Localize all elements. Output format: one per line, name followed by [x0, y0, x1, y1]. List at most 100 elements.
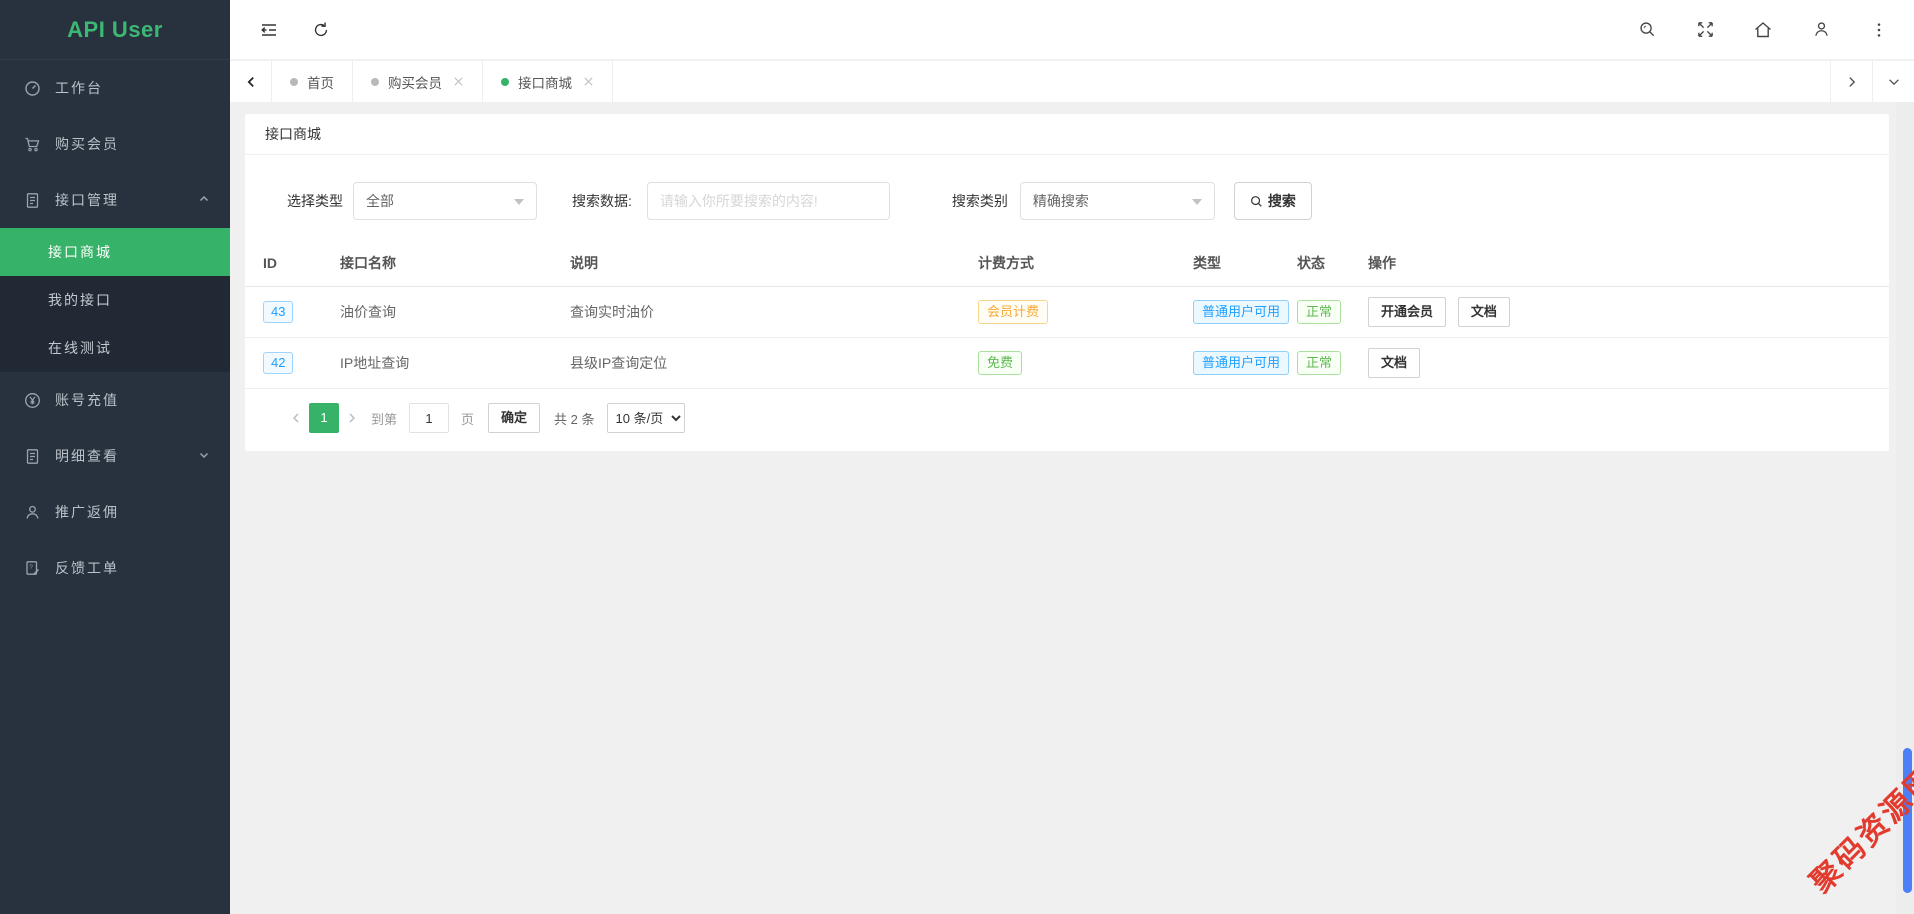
search-input[interactable]	[646, 182, 890, 220]
search-button[interactable]: 搜索	[1233, 182, 1312, 220]
sidebar-item-label: 购买会员	[55, 136, 119, 152]
search-icon	[1250, 195, 1262, 207]
user-icon[interactable]	[1810, 19, 1832, 41]
type-badge: 普通用户可用	[1193, 351, 1290, 375]
tabs-menu-dropdown-button[interactable]	[1872, 61, 1914, 102]
sidebar-item-buy-membership[interactable]: 购买会员	[0, 116, 230, 172]
tab-buy-membership[interactable]: 购买会员	[353, 61, 483, 102]
table-row: 42 IP地址查询 县级IP查询定位 免费 普通用户可用 正常 文档	[245, 337, 1889, 389]
tab-dot	[371, 77, 379, 86]
sidebar-item-label: 工作台	[55, 80, 103, 96]
sidebar-item-label: 账号充值	[55, 392, 119, 408]
goto-label: 到第	[371, 411, 398, 427]
svg-text:?: ?	[29, 564, 33, 571]
tab-home[interactable]: 首页	[272, 61, 353, 102]
sidebar-item-workbench[interactable]: 工作台	[0, 60, 230, 116]
sidebar-item-my-apis[interactable]: 我的接口	[0, 276, 230, 324]
filter-row: 选择类型 全部 搜索数据: 搜索类别 精确搜索 搜索	[245, 155, 1889, 240]
tab-api-mall[interactable]: 接口商城	[483, 61, 613, 102]
column-header-status: 状态	[1297, 240, 1368, 287]
column-header-name: 接口名称	[340, 240, 570, 287]
sidebar-item-label: 反馈工单	[55, 560, 119, 576]
sidebar-item-recharge[interactable]: 账号充值	[0, 372, 230, 428]
tabs-scroll-right-button[interactable]	[1830, 61, 1872, 102]
api-table: ID 接口名称 说明 计费方式 类型 状态 操作 43 油价查询 查询实时油价	[245, 240, 1889, 389]
search-button-label: 搜索	[1267, 193, 1296, 209]
tabs-scroll-left-button[interactable]	[230, 61, 272, 102]
topbar	[230, 0, 1914, 60]
sidebar-item-detail-view[interactable]: 明细查看	[0, 428, 230, 484]
api-name-cell: 油价查询	[340, 286, 570, 338]
search-category-label: 搜索类别	[951, 193, 1008, 209]
sidebar-item-promotion[interactable]: 推广返佣	[0, 484, 230, 540]
yen-circle-icon	[24, 392, 41, 409]
column-header-billing: 计费方式	[978, 240, 1193, 287]
total-count-label: 共 2 条	[554, 411, 595, 427]
document-icon	[24, 192, 41, 209]
sidebar-item-label: 推广返佣	[55, 504, 119, 520]
search-category-select[interactable]: 精确搜索	[1019, 182, 1215, 220]
sidebar-item-api-management[interactable]: 接口管理	[0, 172, 230, 228]
tab-label: 购买会员	[388, 75, 442, 91]
sidebar-item-label: 明细查看	[55, 448, 119, 464]
column-header-id: ID	[245, 240, 340, 287]
type-badge: 普通用户可用	[1193, 300, 1290, 324]
refresh-icon[interactable]	[310, 19, 332, 41]
document-icon	[24, 448, 41, 465]
prev-page-icon[interactable]	[283, 403, 309, 433]
content-area: 接口商城 选择类型 全部 搜索数据: 搜索类别 精确搜索 搜索	[230, 102, 1914, 914]
app-logo: API User	[0, 0, 230, 60]
api-desc-cell: 县级IP查询定位	[570, 337, 978, 389]
page-number-button[interactable]: 1	[309, 403, 339, 433]
close-icon[interactable]	[453, 76, 464, 87]
page-unit-label: 页	[461, 411, 475, 427]
user-icon	[24, 504, 41, 521]
confirm-page-button[interactable]: 确定	[488, 403, 541, 433]
page-title: 接口商城	[245, 114, 1889, 155]
chevron-up-icon	[198, 192, 210, 208]
scrollbar-thumb[interactable]	[1903, 748, 1912, 893]
docs-button[interactable]: 文档	[1457, 297, 1510, 327]
page-number-input[interactable]	[409, 403, 450, 433]
sidebar-item-api-mall[interactable]: 接口商城	[0, 228, 230, 276]
type-filter-label: 选择类型	[287, 193, 343, 209]
sidebar-item-feedback[interactable]: ? 反馈工单	[0, 540, 230, 596]
tab-label: 接口商城	[518, 75, 572, 91]
tab-dot	[290, 77, 298, 86]
table-row: 43 油价查询 查询实时油价 会员计费 普通用户可用 正常 开通会员 文档	[245, 286, 1889, 338]
topbar-right-icons	[1600, 19, 1890, 41]
column-header-type: 类型	[1193, 240, 1297, 287]
dropdown-arrow-icon	[514, 199, 524, 210]
tabbar-spacer	[613, 61, 1830, 102]
dropdown-arrow-icon	[1191, 199, 1202, 210]
tabbar: 首页 购买会员 接口商城	[230, 60, 1914, 102]
chevron-down-icon	[198, 448, 210, 464]
status-badge: 正常	[1297, 351, 1342, 375]
close-icon[interactable]	[583, 76, 594, 87]
cart-icon	[24, 136, 41, 153]
api-name-cell: IP地址查询	[340, 337, 570, 389]
main-area: 首页 购买会员 接口商城 接口商城 选择类型 全部 搜索数据: 请输入你所要搜索…	[230, 0, 1914, 914]
next-page-icon[interactable]	[339, 403, 365, 433]
tab-label: 首页	[307, 75, 334, 91]
sidebar-submenu: 接口商城 我的接口 在线测试	[0, 228, 230, 372]
sidebar: API User 工作台 购买会员 接口管理 接口商城 我的接口 在线测试 账号…	[0, 0, 230, 914]
more-kebab-icon[interactable]	[1868, 19, 1890, 41]
menu-fold-icon[interactable]	[258, 19, 280, 41]
sidebar-item-online-test[interactable]: 在线测试	[0, 324, 230, 372]
docs-button[interactable]: 文档	[1368, 348, 1421, 378]
open-membership-button[interactable]: 开通会员	[1368, 297, 1447, 327]
type-select[interactable]: 全部	[353, 182, 537, 220]
column-header-actions: 操作	[1368, 240, 1889, 287]
page-size-select[interactable]: 10 条/页	[606, 403, 685, 433]
dashboard-icon	[24, 80, 41, 97]
home-icon[interactable]	[1752, 19, 1774, 41]
ticket-icon: ?	[24, 560, 41, 577]
billing-badge: 免费	[978, 351, 1023, 375]
api-mall-card: 接口商城 选择类型 全部 搜索数据: 搜索类别 精确搜索 搜索	[245, 114, 1889, 451]
pagination: 1 到第 页 确定 共 2 条 10 条/页	[245, 389, 1889, 451]
search-data-label: 搜索数据:	[572, 193, 632, 209]
search-icon[interactable]	[1636, 19, 1658, 41]
fullscreen-icon[interactable]	[1694, 19, 1716, 41]
id-badge: 43	[263, 301, 294, 323]
